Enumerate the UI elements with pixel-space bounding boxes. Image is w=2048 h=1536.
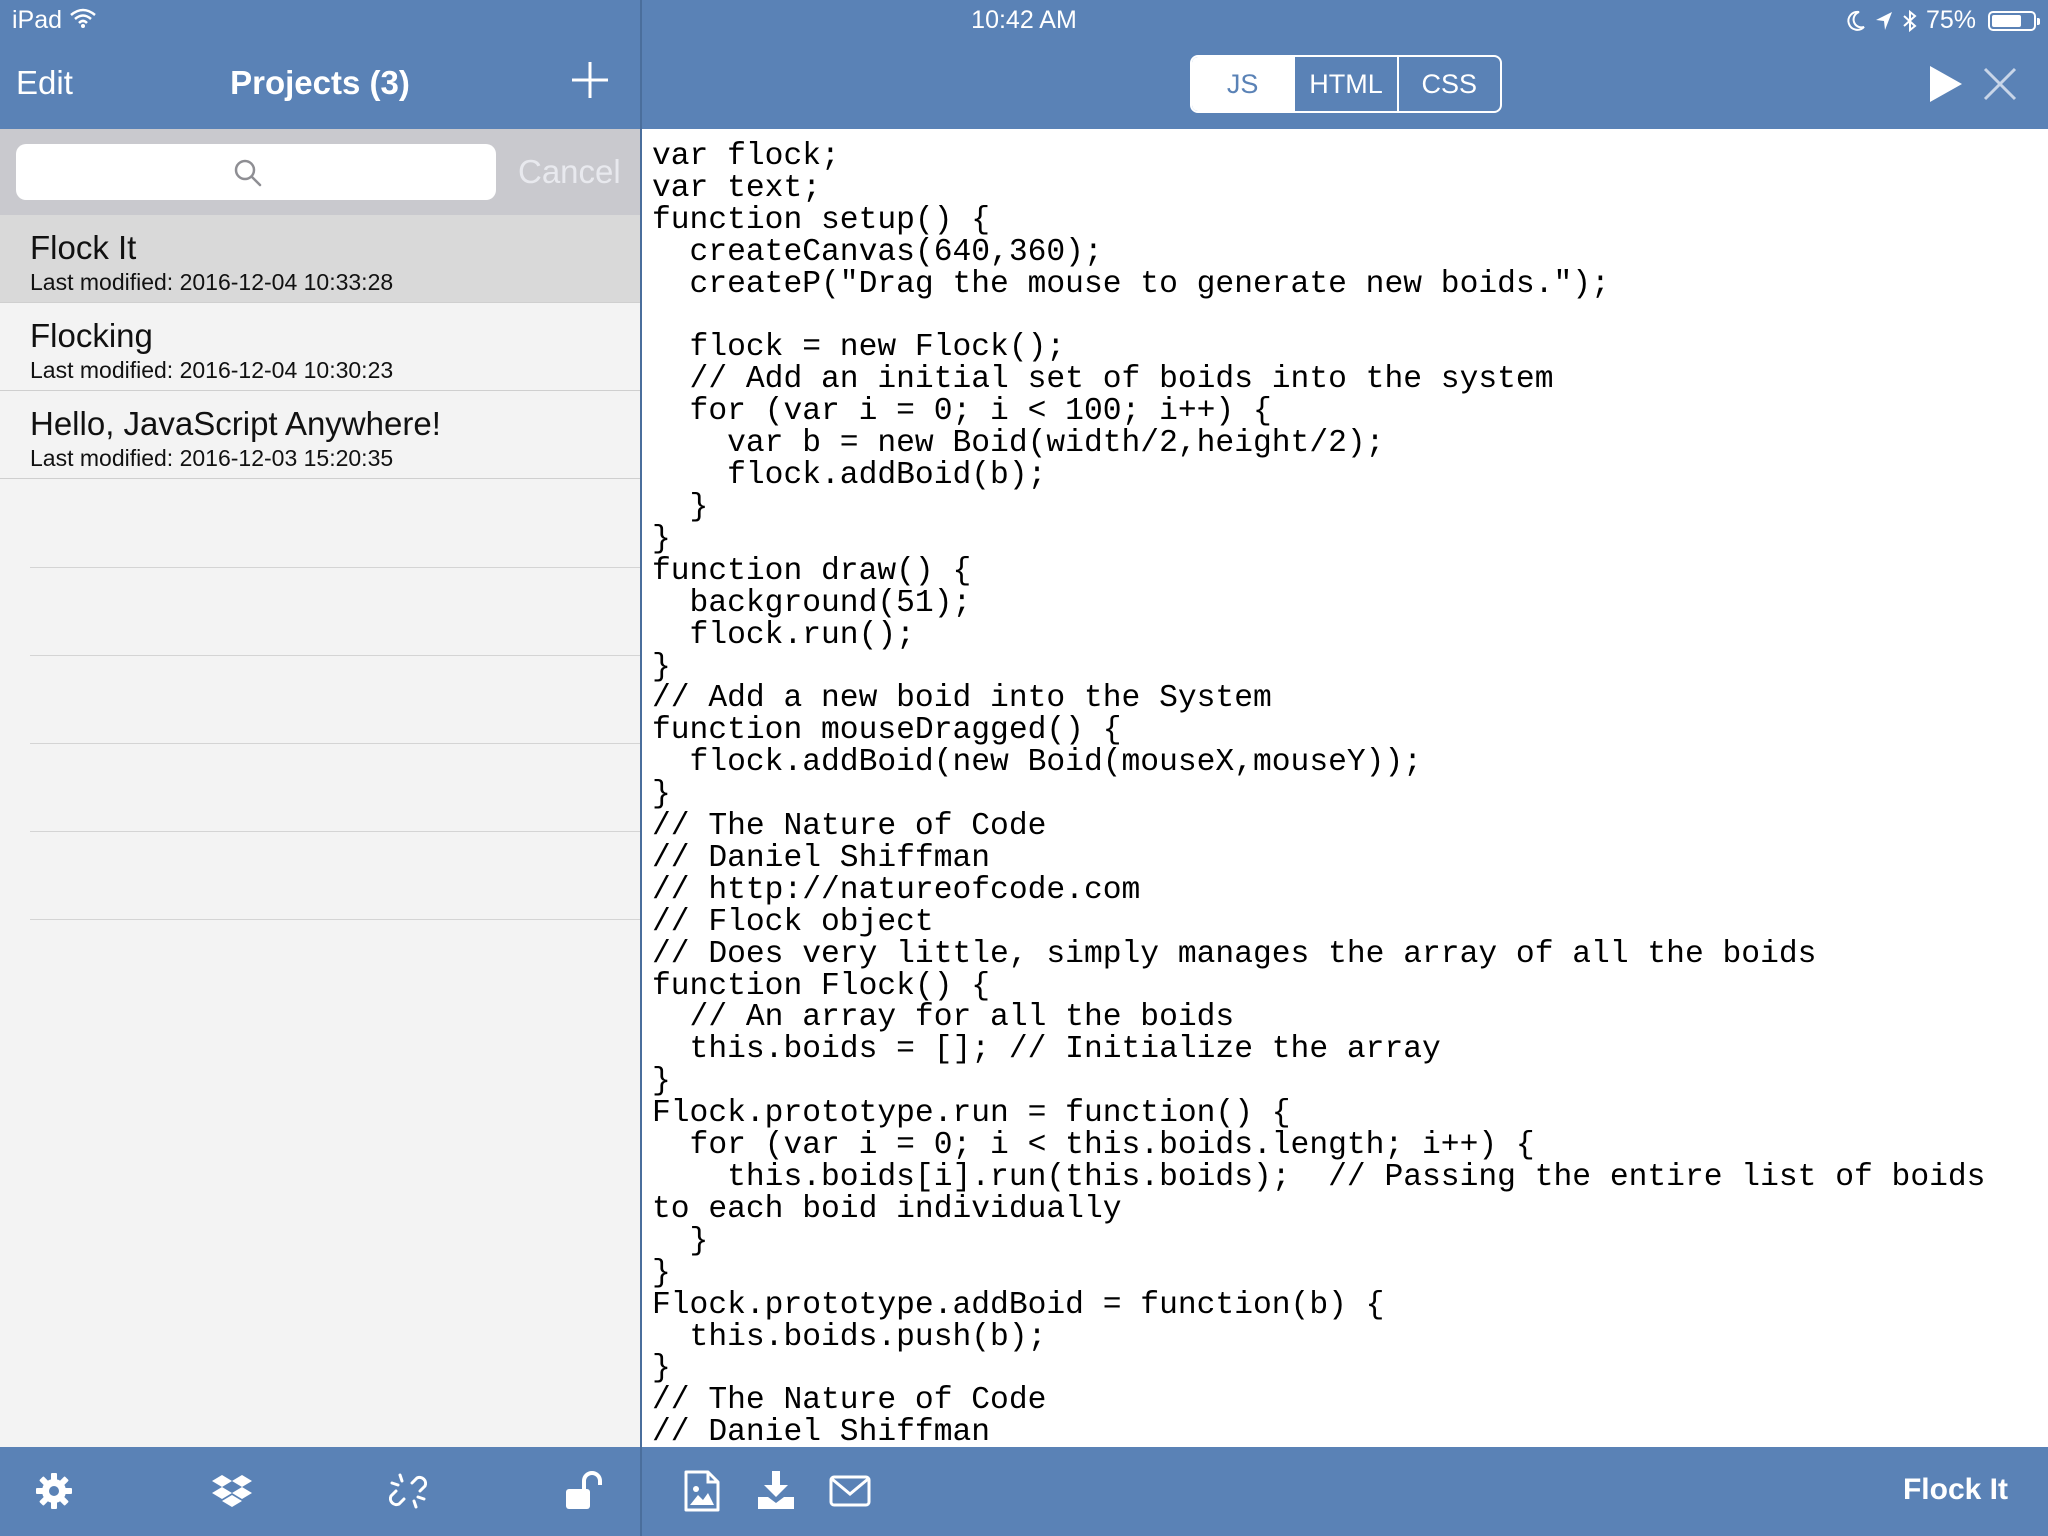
projects-panel: Edit Projects (3) Cancel Flock It Last m… <box>0 0 640 1536</box>
current-project-name: Flock It <box>1902 1473 2008 1506</box>
project-item[interactable]: Flock It Last modified: 2016-12-04 10:33… <box>0 215 640 303</box>
battery-icon <box>1988 10 2040 31</box>
project-modified-date: Last modified: 2016-12-04 10:33:28 <box>30 269 394 295</box>
code-text[interactable]: var flock; var text; function setup() { … <box>652 141 1985 1447</box>
gear-icon[interactable] <box>32 1469 76 1513</box>
download-icon[interactable] <box>754 1469 798 1513</box>
play-icon[interactable] <box>1926 62 1966 106</box>
editor-toolbar: Flock It <box>642 1447 2048 1536</box>
cancel-button[interactable]: Cancel <box>518 153 621 191</box>
status-time: 10:42 AM <box>971 6 1077 34</box>
location-icon <box>1875 11 1892 30</box>
empty-row-divider <box>30 743 640 744</box>
empty-row-divider <box>30 567 640 568</box>
code-editor[interactable]: var flock; var text; function setup() { … <box>642 129 2048 1447</box>
project-name: Flocking <box>30 317 153 354</box>
mail-icon[interactable] <box>828 1469 872 1513</box>
dropbox-icon[interactable] <box>210 1469 254 1513</box>
project-modified-date: Last modified: 2016-12-04 10:30:23 <box>30 357 394 383</box>
plus-icon <box>572 62 608 98</box>
moon-icon <box>1847 10 1865 31</box>
tab-html[interactable]: HTML <box>1293 57 1396 111</box>
tab-css[interactable]: CSS <box>1396 57 1500 111</box>
projects-toolbar <box>0 1447 640 1536</box>
project-item[interactable]: Flocking Last modified: 2016-12-04 10:30… <box>0 303 640 391</box>
status-indicators: 75% <box>1846 6 2040 35</box>
project-name: Flock It <box>30 229 137 266</box>
project-list: Flock It Last modified: 2016-12-04 10:33… <box>0 215 640 1447</box>
search-input[interactable] <box>16 144 496 200</box>
empty-row-divider <box>30 655 640 656</box>
bluetooth-icon <box>1903 9 1917 32</box>
projects-nav-bar: Edit Projects (3) <box>0 42 640 129</box>
broken-link-icon[interactable] <box>386 1469 430 1513</box>
close-icon[interactable] <box>1982 66 2018 102</box>
status-bar: iPad 10:42 AM 75% <box>0 0 2048 42</box>
tab-js[interactable]: JS <box>1192 57 1294 111</box>
projects-title: Projects (3) <box>230 64 410 101</box>
language-segmented-control: JS HTML CSS <box>1190 55 1502 113</box>
battery-percent: 75% <box>1925 6 1976 34</box>
project-modified-date: Last modified: 2016-12-03 15:20:35 <box>30 445 394 471</box>
empty-row-divider <box>30 831 640 832</box>
project-name: Hello, JavaScript Anywhere! <box>30 405 441 442</box>
add-project-button[interactable] <box>570 60 610 100</box>
editor-nav-bar: JS HTML CSS <box>642 42 2048 129</box>
image-icon[interactable] <box>680 1469 724 1513</box>
empty-row-divider <box>30 919 640 920</box>
project-item[interactable]: Hello, JavaScript Anywhere! Last modifie… <box>0 391 640 479</box>
search-bar: Cancel <box>0 129 640 215</box>
battery-level <box>1992 14 2021 27</box>
unlock-icon[interactable] <box>562 1469 606 1513</box>
